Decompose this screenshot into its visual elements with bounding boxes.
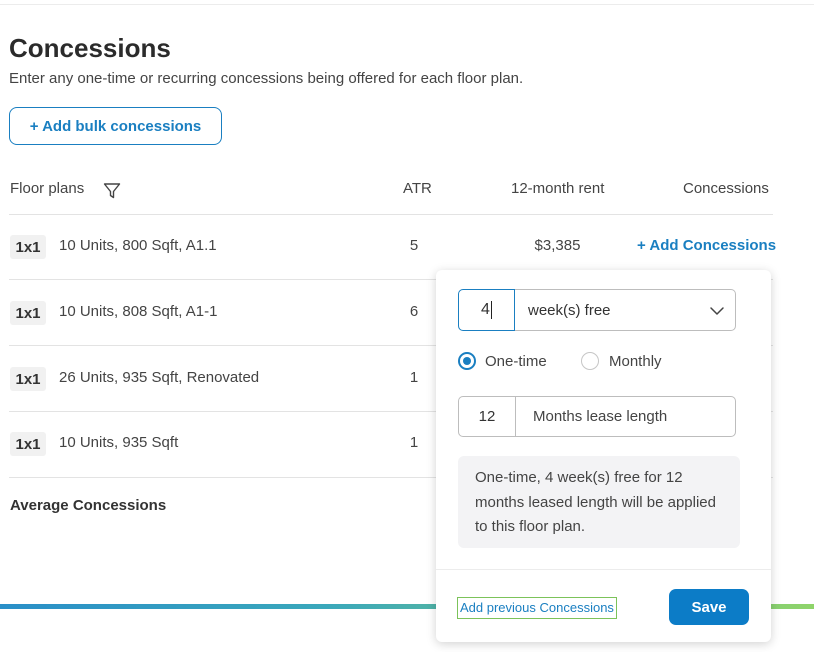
top-divider: [0, 4, 814, 5]
monthly-radio[interactable]: [581, 352, 599, 370]
floor-plan-badge: 1x1: [10, 235, 46, 259]
column-header-concessions: Concessions: [683, 180, 769, 197]
floor-plan-description: 10 Units, 808 Sqft, A1-1: [59, 303, 218, 320]
column-header-atr: ATR: [403, 180, 432, 197]
lease-length-label: Months lease length: [515, 396, 736, 437]
concession-type-value: week(s) free: [528, 301, 611, 319]
column-header-floor-plans: Floor plans: [10, 180, 85, 197]
save-button[interactable]: Save: [669, 589, 749, 625]
lease-length-value: 12: [478, 408, 496, 425]
floor-plan-badge: 1x1: [10, 367, 46, 391]
atr-value: 6: [409, 303, 419, 320]
page-subtitle: Enter any one-time or recurring concessi…: [9, 70, 524, 87]
atr-value: 5: [409, 237, 419, 254]
floor-plan-description: 10 Units, 935 Sqft: [59, 434, 179, 451]
concession-popup: 4 week(s) free One-time Monthly 12 Month…: [436, 270, 771, 642]
monthly-label[interactable]: Monthly: [609, 353, 662, 370]
add-previous-concessions-link[interactable]: Add previous Concessions: [457, 597, 617, 619]
concession-summary: One-time, 4 week(s) free for 12 months l…: [458, 456, 740, 548]
filter-icon[interactable]: [103, 182, 121, 200]
concession-type-select[interactable]: week(s) free: [515, 289, 736, 331]
popup-divider: [436, 569, 771, 570]
concession-quantity-input[interactable]: 4: [458, 289, 515, 331]
chevron-down-icon: [710, 307, 724, 315]
page-title: Concessions: [9, 33, 171, 63]
floor-plan-description: 26 Units, 935 Sqft, Renovated: [59, 369, 260, 386]
text-cursor: [490, 301, 492, 319]
atr-value: 1: [409, 434, 419, 451]
table-divider: [9, 214, 773, 215]
rent-value: $3,385: [534, 237, 581, 254]
floor-plan-badge: 1x1: [10, 432, 46, 456]
one-time-radio[interactable]: [458, 352, 476, 370]
atr-value: 1: [409, 369, 419, 386]
concession-quantity-value: 4: [481, 301, 490, 318]
add-concessions-link[interactable]: + Add Concessions: [637, 237, 776, 254]
average-concessions-label: Average Concessions: [10, 497, 167, 514]
lease-length-input[interactable]: 12: [458, 396, 516, 437]
add-bulk-concessions-button[interactable]: + Add bulk concessions: [9, 107, 222, 145]
floor-plan-description: 10 Units, 800 Sqft, A1.1: [59, 237, 217, 254]
column-header-rent: 12-month rent: [511, 180, 605, 197]
one-time-label[interactable]: One-time: [485, 353, 547, 370]
floor-plan-badge: 1x1: [10, 301, 46, 325]
